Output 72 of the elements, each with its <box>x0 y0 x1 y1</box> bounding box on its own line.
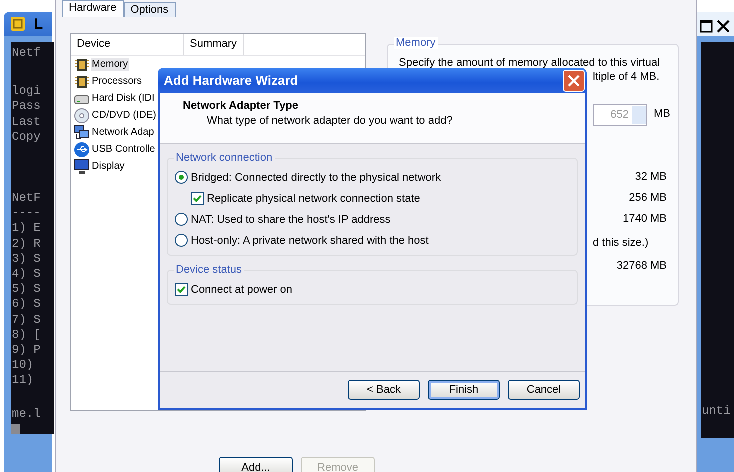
maximize-icon[interactable] <box>700 20 713 32</box>
option-label: Replicate physical network connection state <box>207 192 420 204</box>
terminal-line: 11) <box>11 373 35 389</box>
wizard-button[interactable]: Cancel <box>508 380 580 400</box>
terminal-line: 4) S <box>11 267 42 282</box>
option-label: NAT: Used to share the host's IP address <box>191 214 391 226</box>
terminal-line: unti <box>701 404 732 420</box>
tab[interactable]: Hardware <box>62 0 124 17</box>
terminal-line: Copy <box>11 130 42 146</box>
device-item[interactable]: Network Adap <box>91 126 156 139</box>
terminal-line: Netf <box>11 46 42 62</box>
terminal-line: Pass <box>11 99 42 115</box>
device-item[interactable]: CD/DVD (IDE) <box>91 109 158 122</box>
device-item[interactable]: USB Controlle <box>91 143 156 156</box>
dialog-button[interactable]: Add... <box>219 457 293 472</box>
terminal-line: 8) [ <box>11 328 42 344</box>
memory-reading: 32768 MB <box>616 260 667 272</box>
text-cursor <box>11 424 20 434</box>
description-text: Specify the amount of memory allocated to this virtual <box>399 57 660 69</box>
group-legend: Network connection <box>174 152 275 164</box>
terminal-line: 3) S <box>11 252 42 268</box>
terminal-line: 5) S <box>11 282 42 298</box>
unit-label: MB <box>654 108 670 120</box>
terminal-line: 9) P <box>11 343 42 358</box>
terminal-line: ---- <box>11 206 42 222</box>
terminal-line: 6) S <box>11 297 42 313</box>
close-icon[interactable] <box>717 20 730 32</box>
terminal-line: NetF <box>11 191 42 206</box>
group-legend: Device status <box>174 264 244 276</box>
network-icon <box>74 124 90 140</box>
terminal-line: 1) E <box>11 221 42 237</box>
terminal-line: Last <box>11 114 42 130</box>
tab[interactable]: Options <box>124 2 176 17</box>
monitor-icon <box>74 158 90 174</box>
dialog-title: Add Hardware Wizard <box>164 73 298 88</box>
note-text: d this size.) <box>593 237 649 249</box>
memory-reading: 256 MB <box>629 192 667 204</box>
description-text: ltiple of 4 MB. <box>593 71 660 83</box>
terminal-line: me.l <box>11 406 42 422</box>
radio-button[interactable] <box>175 234 188 247</box>
disc-icon <box>74 108 90 124</box>
option-label: Bridged: Connected directly to the physical network <box>191 172 442 184</box>
column-header[interactable]: Summary <box>184 34 244 55</box>
terminal-line: 2) R <box>11 236 42 252</box>
app-logo-icon <box>10 16 26 32</box>
memory-reading: 32 MB <box>635 171 667 183</box>
radio-button[interactable] <box>175 213 188 226</box>
page-heading: Network Adapter Type <box>183 100 300 112</box>
radio-button[interactable] <box>175 171 188 184</box>
close-button[interactable] <box>563 70 585 92</box>
device-item[interactable]: Display <box>91 160 126 173</box>
memory-reading: 1740 MB <box>622 213 667 225</box>
wizard-button[interactable]: Finish <box>428 380 500 400</box>
terminal-line: logi <box>11 84 42 100</box>
close-icon <box>568 74 580 86</box>
terminal-line: 10) <box>11 358 35 374</box>
checkbox[interactable] <box>191 192 204 205</box>
device-item[interactable]: Processors <box>91 75 144 88</box>
column-header[interactable]: Device <box>71 34 184 55</box>
wizard-button[interactable]: < Back <box>348 380 420 400</box>
device-item[interactable]: Hard Disk (IDI <box>91 92 156 105</box>
device-item[interactable]: Memory <box>91 58 130 71</box>
chip-icon <box>74 56 90 72</box>
chip-icon <box>74 74 90 90</box>
page-subheading: What type of network adapter do you want to add? <box>206 115 454 127</box>
option-label: Connect at power on <box>191 284 293 296</box>
usb-icon <box>74 142 90 158</box>
option-label: Host-only: A private network shared with the host <box>191 234 429 246</box>
checkbox[interactable] <box>175 283 188 296</box>
group-legend: Memory <box>394 37 438 49</box>
window-title: L <box>34 16 44 32</box>
terminal-line: 7) S <box>11 312 42 328</box>
